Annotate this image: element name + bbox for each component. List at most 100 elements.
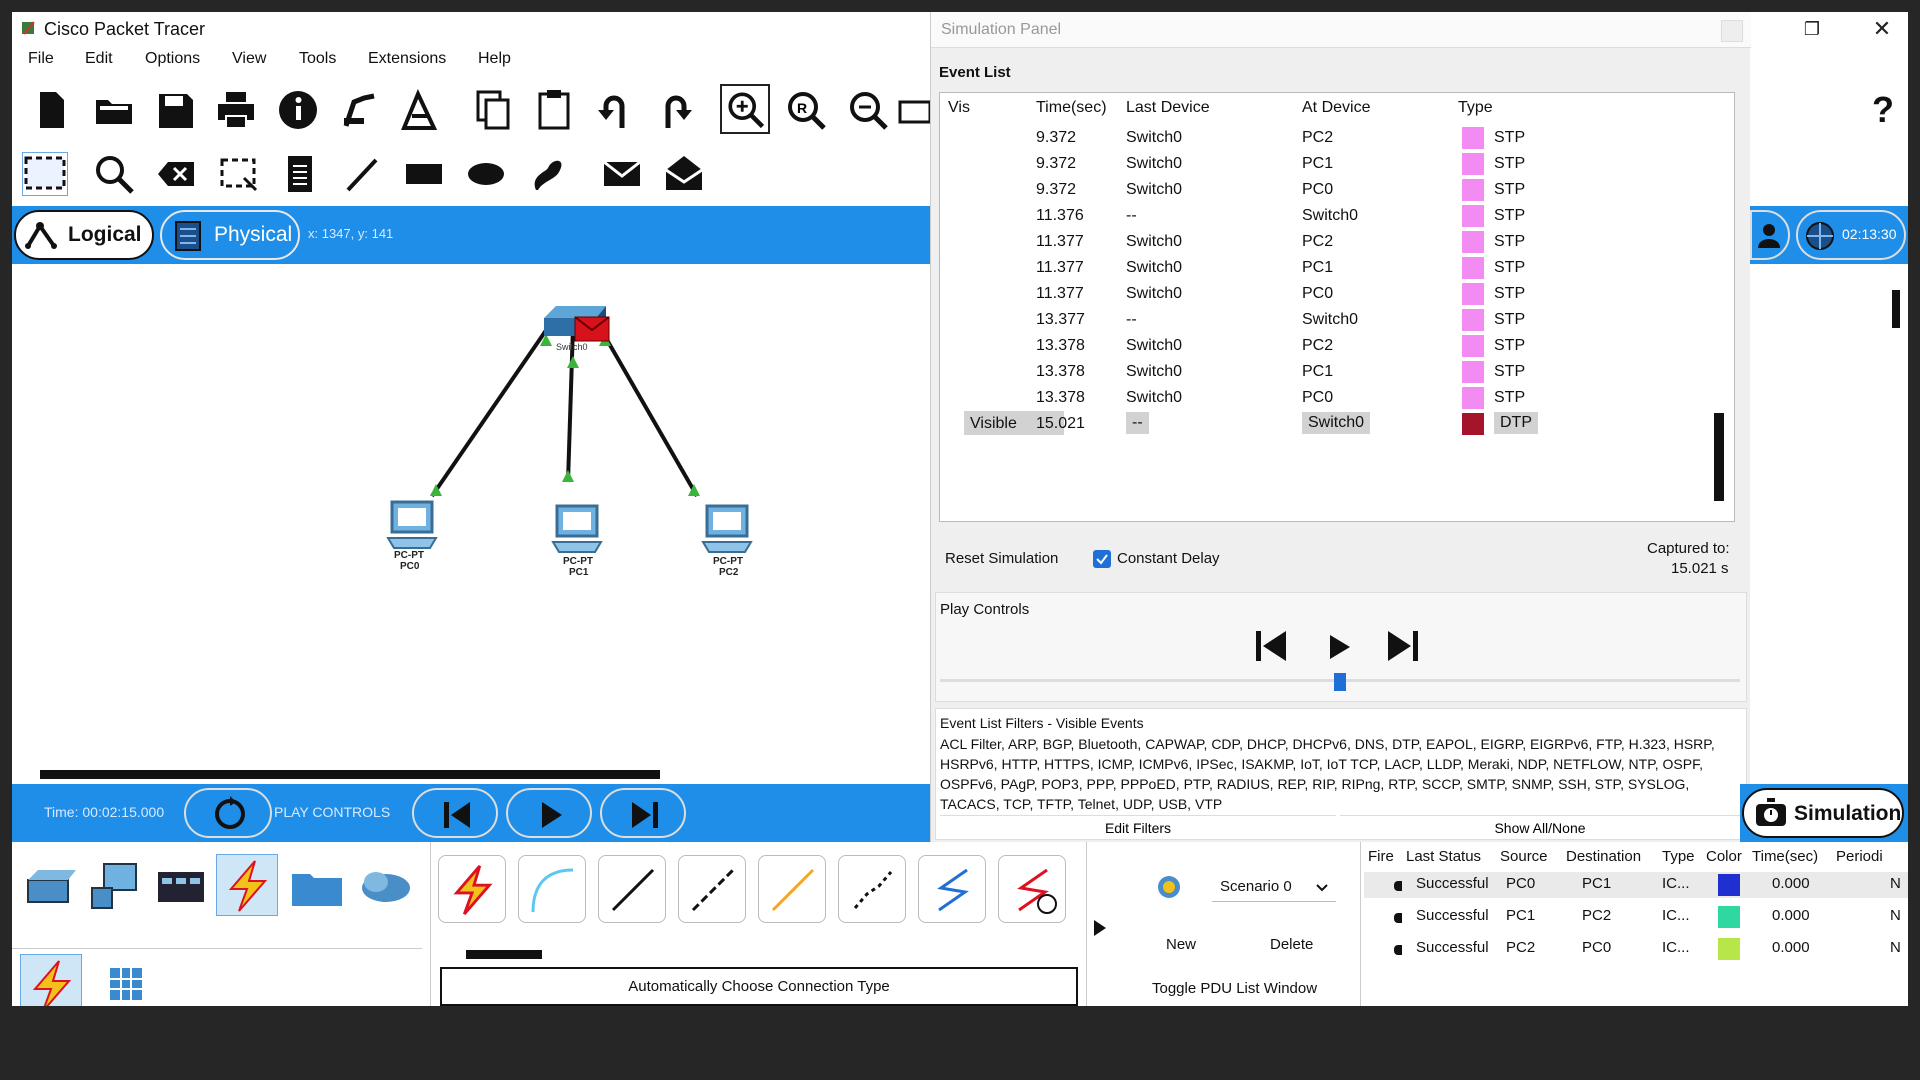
bottom-play-button[interactable] bbox=[506, 788, 592, 838]
bottom-forward-button[interactable] bbox=[600, 788, 686, 838]
pdu-row[interactable]: Successful PC2 PC0 IC... 0.000 N bbox=[1364, 936, 1908, 962]
zoom-reset-icon[interactable]: R bbox=[784, 88, 828, 132]
col-color[interactable]: Color bbox=[1706, 848, 1742, 865]
resize-shape-icon[interactable] bbox=[216, 152, 260, 196]
fire-indicator-icon[interactable] bbox=[1394, 881, 1402, 891]
menu-options[interactable]: Options bbox=[145, 50, 200, 68]
col-type[interactable]: Type bbox=[1458, 99, 1493, 117]
draw-line-icon[interactable] bbox=[340, 152, 384, 196]
network-devices-icon[interactable] bbox=[20, 858, 78, 916]
show-all-none-button[interactable]: Show All/None bbox=[1340, 815, 1740, 839]
close-button[interactable]: ✕ bbox=[1862, 16, 1902, 42]
save-icon[interactable] bbox=[153, 88, 197, 132]
switch-device[interactable]: Switch0 bbox=[540, 304, 610, 354]
toggle-pdu-list-button[interactable]: Toggle PDU List Window bbox=[1152, 980, 1317, 997]
reset-simulation-button[interactable]: Reset Simulation bbox=[945, 550, 1058, 567]
redo-icon[interactable] bbox=[654, 88, 698, 132]
freeform-icon[interactable] bbox=[526, 152, 570, 196]
inspect-icon[interactable] bbox=[92, 152, 136, 196]
col-last-device[interactable]: Last Device bbox=[1126, 99, 1210, 117]
connections-category[interactable] bbox=[216, 854, 278, 916]
col-type[interactable]: Type bbox=[1662, 848, 1695, 865]
miscellaneous-icon[interactable] bbox=[288, 858, 346, 916]
pc0-device[interactable]: PC-PT PC0 bbox=[372, 500, 452, 580]
grid-icon[interactable] bbox=[108, 966, 144, 1002]
delete-scenario-button[interactable]: Delete bbox=[1270, 936, 1313, 953]
open-folder-icon[interactable] bbox=[92, 88, 136, 132]
new-file-icon[interactable] bbox=[30, 88, 74, 132]
scenario-info-icon[interactable] bbox=[1156, 874, 1182, 900]
col-last-status[interactable]: Last Status bbox=[1406, 848, 1481, 865]
menu-view[interactable]: View bbox=[232, 50, 266, 68]
col-vis[interactable]: Vis bbox=[948, 99, 970, 117]
menu-help[interactable]: Help bbox=[478, 50, 511, 68]
simulation-mode-button[interactable]: Simulation bbox=[1742, 788, 1904, 838]
zoom-out-icon[interactable] bbox=[846, 88, 890, 132]
bottom-back-button[interactable] bbox=[412, 788, 498, 838]
help-icon[interactable]: ? bbox=[1870, 88, 1896, 128]
col-periodic[interactable]: Periodi bbox=[1836, 848, 1883, 865]
speed-slider-thumb[interactable] bbox=[1334, 673, 1346, 691]
step-forward-icon[interactable] bbox=[1386, 631, 1420, 661]
add-complex-pdu-icon[interactable] bbox=[662, 152, 706, 196]
scenario-select[interactable]: Scenario 0 bbox=[1212, 870, 1336, 902]
paste-icon[interactable] bbox=[532, 88, 576, 132]
serial-dce-button[interactable] bbox=[998, 855, 1066, 923]
crossover-button[interactable] bbox=[678, 855, 746, 923]
menu-tools[interactable]: Tools bbox=[299, 50, 336, 68]
user-profile-button[interactable] bbox=[1750, 210, 1790, 260]
connections-scrollbar[interactable] bbox=[466, 950, 542, 959]
print-icon[interactable] bbox=[214, 88, 258, 132]
note-icon[interactable] bbox=[278, 152, 322, 196]
col-time[interactable]: Time(sec) bbox=[1752, 848, 1818, 865]
col-destination[interactable]: Destination bbox=[1566, 848, 1641, 865]
event-list-scrollbar[interactable] bbox=[1714, 413, 1724, 501]
pc1-device[interactable]: PC-PT PC1 bbox=[537, 504, 617, 584]
menu-extensions[interactable]: Extensions bbox=[368, 50, 446, 68]
realtime-clock[interactable]: 02:13:30 bbox=[1796, 210, 1906, 260]
constant-delay-checkbox[interactable] bbox=[1093, 550, 1111, 568]
coaxial-button[interactable] bbox=[918, 855, 986, 923]
step-back-icon[interactable] bbox=[1254, 631, 1288, 661]
maximize-button[interactable]: ❐ bbox=[1792, 16, 1832, 42]
menu-edit[interactable]: Edit bbox=[85, 50, 113, 68]
tab-physical[interactable]: Physical bbox=[160, 210, 300, 260]
pdu-row[interactable]: Successful PC0 PC1 IC... 0.000 N bbox=[1364, 872, 1908, 898]
horizontal-scrollbar[interactable] bbox=[40, 770, 660, 779]
activity-wizard-icon[interactable] bbox=[398, 88, 442, 132]
new-scenario-button[interactable]: New bbox=[1166, 936, 1196, 953]
tab-logical[interactable]: Logical bbox=[14, 210, 154, 260]
auto-connection-button[interactable] bbox=[438, 855, 506, 923]
pc2-device[interactable]: PC-PT PC2 bbox=[687, 504, 767, 584]
info-icon[interactable] bbox=[276, 88, 320, 132]
play-icon[interactable] bbox=[1326, 633, 1352, 661]
draw-ellipse-icon[interactable] bbox=[464, 152, 508, 196]
straight-through-button[interactable] bbox=[598, 855, 666, 923]
phone-cable-button[interactable] bbox=[838, 855, 906, 923]
delete-icon[interactable] bbox=[154, 152, 198, 196]
components-icon[interactable] bbox=[152, 858, 210, 916]
col-fire[interactable]: Fire bbox=[1368, 848, 1394, 865]
draw-rectangle-icon[interactable] bbox=[402, 152, 446, 196]
menu-file[interactable]: File bbox=[28, 50, 54, 68]
console-cable-button[interactable] bbox=[518, 855, 586, 923]
fire-indicator-icon[interactable] bbox=[1394, 913, 1402, 923]
col-at-device[interactable]: At Device bbox=[1302, 99, 1370, 117]
network-wizard-icon[interactable] bbox=[338, 88, 382, 132]
col-time[interactable]: Time(sec) bbox=[1036, 99, 1107, 117]
col-source[interactable]: Source bbox=[1500, 848, 1548, 865]
edit-filters-button[interactable]: Edit Filters bbox=[940, 815, 1336, 839]
pdu-row[interactable]: Successful PC1 PC2 IC... 0.000 N bbox=[1364, 904, 1908, 930]
event-row[interactable]: Visible 15.021 -- Switch0 DTP bbox=[940, 409, 1736, 439]
copy-icon[interactable] bbox=[470, 88, 514, 132]
fiber-button[interactable] bbox=[758, 855, 826, 923]
palette-icon[interactable] bbox=[898, 98, 930, 126]
vertical-scrollbar[interactable] bbox=[1892, 290, 1900, 328]
envelope-pdu-icon[interactable] bbox=[574, 316, 610, 342]
select-tool-icon[interactable] bbox=[22, 152, 68, 196]
undo-icon[interactable] bbox=[592, 88, 636, 132]
end-devices-icon[interactable] bbox=[86, 858, 144, 916]
add-simple-pdu-icon[interactable] bbox=[600, 152, 644, 196]
auto-connection-subcategory[interactable] bbox=[20, 954, 82, 1006]
zoom-in-icon[interactable] bbox=[720, 84, 770, 134]
